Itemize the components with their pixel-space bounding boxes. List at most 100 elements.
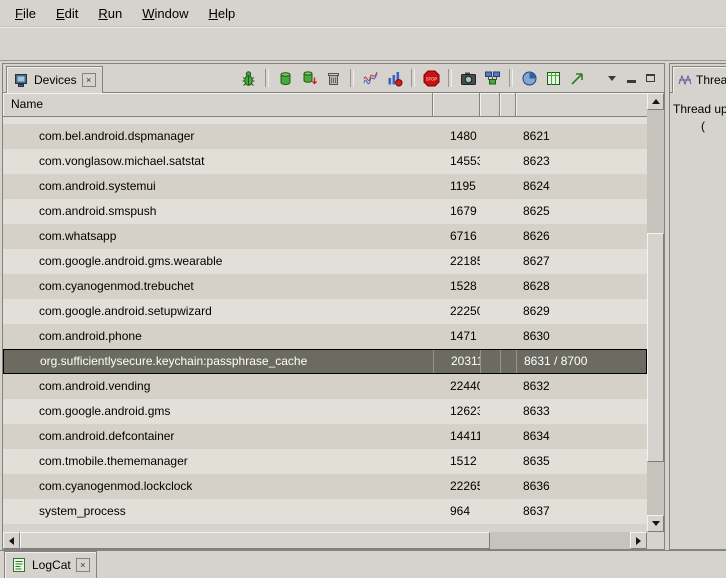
scroll-up-button[interactable] xyxy=(647,93,664,110)
cell-s2[interactable] xyxy=(500,124,516,149)
table-row[interactable]: com.android.systemui1195 8624 xyxy=(3,174,647,199)
cell-s1[interactable] xyxy=(480,449,500,474)
cell-s1[interactable] xyxy=(480,249,500,274)
cell-name[interactable]: org.sufficientlysecure.keychain:passphra… xyxy=(4,350,434,373)
tab-logcat[interactable]: LogCat × xyxy=(4,551,97,578)
table-row[interactable]: com.tmobile.thememanager15128635 xyxy=(3,449,647,474)
cell-s2[interactable] xyxy=(500,424,516,449)
cell-port[interactable]: 8630 xyxy=(516,324,647,349)
cell-pid[interactable]: 6716 xyxy=(433,224,480,249)
cell-name[interactable]: com.android.defcontainer xyxy=(3,424,433,449)
table-row[interactable]: com.android.defcontainer14411 8634 xyxy=(3,424,647,449)
cell-s2[interactable] xyxy=(500,224,516,249)
cell-s1[interactable] xyxy=(480,149,500,174)
tab-threads[interactable]: Threads xyxy=(672,66,726,93)
cell-name[interactable]: com.android.systemui xyxy=(3,174,433,199)
menu-edit[interactable]: Edit xyxy=(47,3,87,24)
cell-name[interactable]: com.android.smspush xyxy=(3,199,433,224)
cell-port[interactable]: 8623 xyxy=(516,149,647,174)
column-header-name[interactable]: Name xyxy=(3,93,433,117)
cell-port[interactable]: 8628 xyxy=(516,274,647,299)
view-menu-chevron-icon[interactable] xyxy=(604,70,620,86)
cell-s1[interactable] xyxy=(480,324,500,349)
cell-port[interactable]: 8626 xyxy=(516,224,647,249)
table-row[interactable]: com.google.android.gms.wearable221858627 xyxy=(3,249,647,274)
cell-pid[interactable]: 14411 xyxy=(433,424,480,449)
cell-s2[interactable] xyxy=(500,274,516,299)
debug-icon[interactable] xyxy=(238,67,259,89)
cell-pid[interactable]: 14553 xyxy=(433,149,480,174)
column-header-small-2[interactable] xyxy=(500,93,516,117)
cell-name[interactable]: com.whatsapp xyxy=(3,224,433,249)
scroll-right-button[interactable] xyxy=(630,532,647,549)
diagonal-arrow-icon[interactable] xyxy=(567,67,588,89)
cell-pid[interactable]: 1471 xyxy=(433,324,480,349)
table-row[interactable]: com.google.android.setupwizard222508629 xyxy=(3,299,647,324)
cell-s1[interactable] xyxy=(480,199,500,224)
cell-port[interactable]: 8621 xyxy=(516,124,647,149)
view-hierarchy-icon[interactable] xyxy=(482,67,503,89)
cell-s2[interactable] xyxy=(500,374,516,399)
cell-pid[interactable]: 12623 xyxy=(433,399,480,424)
cell-port[interactable]: 8634 xyxy=(516,424,647,449)
column-header-port[interactable] xyxy=(516,93,647,117)
cell-s1[interactable] xyxy=(480,499,500,524)
cell-pid[interactable]: 22265 xyxy=(433,474,480,499)
horizontal-scroll-thumb[interactable] xyxy=(20,532,490,549)
cell-name[interactable]: com.tmobile.thememanager xyxy=(3,449,433,474)
cause-gc-icon[interactable] xyxy=(323,67,344,89)
cell-s1[interactable] xyxy=(480,474,500,499)
cell-s1[interactable] xyxy=(480,174,500,199)
update-threads-icon[interactable] xyxy=(360,67,381,89)
cell-s2[interactable] xyxy=(500,399,516,424)
table-row-partial[interactable] xyxy=(3,117,647,124)
tab-devices[interactable]: Devices × xyxy=(6,66,103,93)
table-row[interactable]: com.vonglasow.michael.satstat14553 8623 xyxy=(3,149,647,174)
cell-name[interactable]: com.bel.android.dspmanager xyxy=(3,124,433,149)
horizontal-scrollbar[interactable] xyxy=(3,532,647,549)
cell-name[interactable]: com.android.phone xyxy=(3,324,433,349)
cell-port[interactable]: 8636 xyxy=(516,474,647,499)
cell-name[interactable]: com.cyanogenmod.lockclock xyxy=(3,474,433,499)
columns-icon[interactable] xyxy=(543,67,564,89)
cell-s2[interactable] xyxy=(500,199,516,224)
cell-pid[interactable]: 1480 xyxy=(433,124,480,149)
cell-port[interactable]: 8627 xyxy=(516,249,647,274)
cell-s2[interactable] xyxy=(500,499,516,524)
cell-s2[interactable] xyxy=(500,324,516,349)
table-row[interactable]: com.bel.android.dspmanager1480 8621 xyxy=(3,124,647,149)
cell-port[interactable]: 8625 xyxy=(516,199,647,224)
table-row[interactable]: com.android.vending224408632 xyxy=(3,374,647,399)
cell-s2[interactable] xyxy=(500,249,516,274)
cell-s2[interactable] xyxy=(500,174,516,199)
cell-port[interactable]: 8624 xyxy=(516,174,647,199)
table-row[interactable]: com.whatsapp6716 8626 xyxy=(3,224,647,249)
cell-name[interactable]: com.android.vending xyxy=(3,374,433,399)
cell-s1[interactable] xyxy=(480,124,500,149)
cell-s1[interactable] xyxy=(480,299,500,324)
cell-s1[interactable] xyxy=(481,350,501,373)
cell-pid[interactable]: 1512 xyxy=(433,449,480,474)
cell-pid[interactable]: 1679 xyxy=(433,199,480,224)
cell-port[interactable]: 8637 xyxy=(516,499,647,524)
vertical-scroll-thumb[interactable] xyxy=(647,233,664,461)
cell-pid[interactable]: 20311 xyxy=(434,350,481,373)
table-row[interactable]: com.cyanogenmod.lockclock22265 8636 xyxy=(3,474,647,499)
menu-run[interactable]: Run xyxy=(89,3,131,24)
cell-port[interactable]: 8633 xyxy=(516,399,647,424)
vertical-scrollbar[interactable] xyxy=(647,93,664,532)
cell-pid[interactable]: 22440 xyxy=(433,374,480,399)
table-row[interactable]: com.cyanogenmod.trebuchet15288628 xyxy=(3,274,647,299)
cell-name[interactable]: com.google.android.gms xyxy=(3,399,433,424)
cell-s1[interactable] xyxy=(480,224,500,249)
table-row[interactable]: system_process9648637 xyxy=(3,499,647,524)
cell-name[interactable]: com.google.android.gms.wearable xyxy=(3,249,433,274)
cell-name[interactable]: com.vonglasow.michael.satstat xyxy=(3,149,433,174)
cell-pid[interactable]: 1195 xyxy=(433,174,480,199)
cell-name[interactable]: system_process xyxy=(3,499,433,524)
scroll-left-button[interactable] xyxy=(3,532,20,549)
table-row[interactable]: com.android.smspush1679 8625 xyxy=(3,199,647,224)
cell-pid[interactable]: 22250 xyxy=(433,299,480,324)
dump-hprof-icon[interactable] xyxy=(299,67,320,89)
update-heap-icon[interactable] xyxy=(275,67,296,89)
